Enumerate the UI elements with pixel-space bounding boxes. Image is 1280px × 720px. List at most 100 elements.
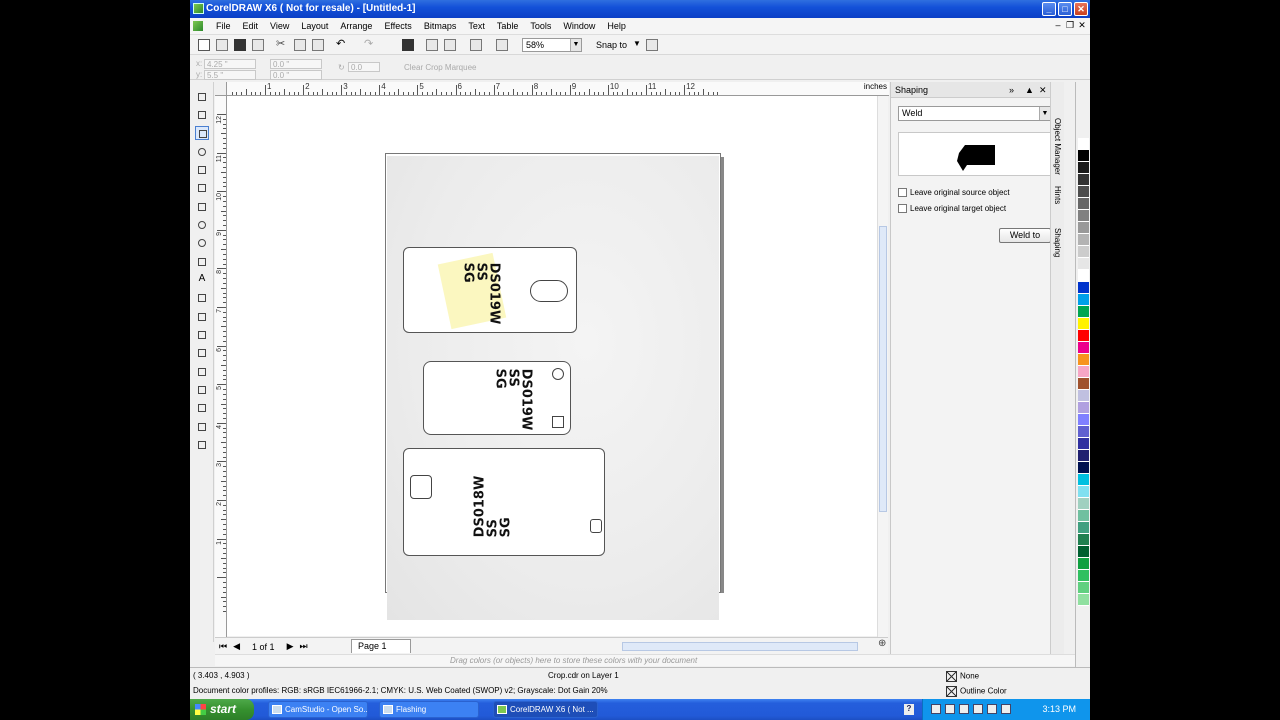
tab-object-manager[interactable]: Object Manager	[1053, 118, 1062, 175]
snap-to-dropdown[interactable]: Snap to	[596, 35, 627, 55]
options-icon[interactable]	[646, 39, 658, 51]
close-button[interactable]: ✕	[1074, 2, 1088, 16]
palette-swatch[interactable]	[1078, 378, 1089, 390]
freehand-tool-icon[interactable]	[195, 163, 209, 177]
menu-bitmaps[interactable]: Bitmaps	[418, 18, 463, 35]
prev-page-icon[interactable]: ◀	[233, 641, 240, 652]
tray-app-icon[interactable]	[931, 704, 941, 714]
palette-swatch[interactable]	[1078, 366, 1089, 378]
eyedropper-tool-icon[interactable]	[195, 383, 209, 397]
fill-tool-icon[interactable]	[195, 420, 209, 434]
pick-tool-icon[interactable]	[195, 90, 209, 104]
palette-swatch[interactable]	[1078, 402, 1089, 414]
tray-update-icon[interactable]	[987, 704, 997, 714]
drawing-canvas[interactable]: DS019W SS SG DS019W SS SG DS018W SS SG	[227, 96, 877, 636]
cut-icon[interactable]: ✂	[276, 37, 288, 50]
palette-swatch[interactable]	[1078, 294, 1089, 306]
title-bar[interactable]: CorelDRAW X6 ( Not for resale) - [Untitl…	[190, 0, 1090, 18]
vertical-ruler[interactable]: 12 11 10 9 8 7 6 5 4 3 2 1	[215, 96, 227, 656]
zoom-tool-icon[interactable]	[195, 145, 209, 159]
docker-close-icon[interactable]: ✕	[1039, 82, 1047, 98]
blend-tool-icon[interactable]	[195, 346, 209, 360]
interactive-fill-tool-icon[interactable]	[195, 438, 209, 452]
palette-swatch[interactable]	[1078, 414, 1089, 426]
menu-view[interactable]: View	[264, 18, 295, 35]
welcome-screen-icon[interactable]	[496, 39, 508, 51]
palette-swatch[interactable]	[1078, 450, 1089, 462]
palette-swatch[interactable]	[1078, 330, 1089, 342]
task-coreldraw[interactable]: CorelDRAW X6 ( Not ...	[493, 701, 598, 718]
tab-hints[interactable]: Hints	[1053, 186, 1062, 204]
paste-icon[interactable]	[312, 39, 324, 51]
palette-swatch[interactable]	[1078, 246, 1089, 258]
print-icon[interactable]	[252, 39, 264, 51]
export-icon[interactable]	[444, 39, 456, 51]
polygon-tool-icon[interactable]	[195, 236, 209, 250]
help-icon[interactable]: ?	[904, 704, 914, 715]
undo-icon[interactable]: ↶	[336, 37, 348, 50]
application-launcher-icon[interactable]	[470, 39, 482, 51]
smart-fill-tool-icon[interactable]	[195, 181, 209, 195]
palette-swatch[interactable]	[1078, 258, 1089, 270]
doc-minimize-icon[interactable]: –	[1052, 20, 1064, 30]
palette-swatch[interactable]	[1078, 186, 1089, 198]
menu-arrange[interactable]: Arrange	[334, 18, 378, 35]
leave-source-option[interactable]: Leave original source object	[898, 188, 1010, 197]
minimize-button[interactable]: _	[1042, 2, 1056, 16]
palette-swatch[interactable]	[1078, 342, 1089, 354]
horizontal-scroll-thumb[interactable]	[622, 642, 858, 651]
palette-swatch[interactable]	[1078, 234, 1089, 246]
clear-crop-marquee-button[interactable]: Clear Crop Marquee	[404, 63, 476, 72]
height-field[interactable]: 0.0 "	[270, 70, 322, 80]
zoom-level-combo[interactable]: 58% ▼	[522, 38, 582, 52]
outline-pen-tool-icon[interactable]	[195, 401, 209, 415]
weld-to-button[interactable]: Weld to	[999, 228, 1051, 243]
leave-target-option[interactable]: Leave original target object	[898, 204, 1006, 213]
new-document-icon[interactable]	[198, 39, 210, 51]
page-tab[interactable]: Page 1	[351, 639, 411, 653]
connector-tool-icon[interactable]	[195, 328, 209, 342]
scanned-bitmap[interactable]: DS019W SS SG DS019W SS SG DS018W SS SG	[387, 156, 719, 620]
palette-swatch[interactable]	[1078, 474, 1089, 486]
crop-tool-icon[interactable]	[195, 126, 209, 140]
palette-swatch[interactable]	[1078, 270, 1089, 282]
menu-text[interactable]: Text	[462, 18, 491, 35]
menu-edit[interactable]: Edit	[237, 18, 265, 35]
first-page-icon[interactable]: ⏮	[219, 641, 227, 652]
basic-shapes-tool-icon[interactable]	[195, 255, 209, 269]
vertical-scrollbar[interactable]	[877, 96, 888, 642]
palette-swatch[interactable]	[1078, 210, 1089, 222]
palette-swatch[interactable]	[1078, 174, 1089, 186]
next-page-icon[interactable]: ▶	[287, 641, 294, 652]
palette-swatch[interactable]	[1078, 570, 1089, 582]
tray-network-icon[interactable]	[945, 704, 955, 714]
task-flashing[interactable]: Flashing	[379, 701, 479, 718]
task-camstudio[interactable]: CamStudio - Open So...	[268, 701, 368, 718]
tray-volume-icon[interactable]	[959, 704, 969, 714]
palette-swatch[interactable]	[1078, 558, 1089, 570]
start-button[interactable]: start	[190, 699, 254, 720]
palette-swatch[interactable]	[1078, 438, 1089, 450]
color-profile-info[interactable]: Document color profiles: RGB: sRGB IEC61…	[193, 686, 608, 695]
leave-source-checkbox[interactable]	[898, 188, 907, 197]
width-field[interactable]: 0.0 "	[270, 59, 322, 69]
copy-icon[interactable]	[294, 39, 306, 51]
ellipse-tool-icon[interactable]	[195, 218, 209, 232]
menu-effects[interactable]: Effects	[378, 18, 417, 35]
palette-swatch[interactable]	[1078, 318, 1089, 330]
coreldraw-app-icon[interactable]	[193, 3, 204, 14]
table-tool-icon[interactable]	[195, 291, 209, 305]
leave-target-checkbox[interactable]	[898, 204, 907, 213]
ruler-origin[interactable]	[215, 82, 227, 96]
save-icon[interactable]	[234, 39, 246, 51]
x-position-field[interactable]: 4.25 "	[204, 59, 256, 69]
expand-icon[interactable]: »	[1009, 82, 1014, 98]
menu-table[interactable]: Table	[491, 18, 525, 35]
palette-swatch[interactable]	[1078, 486, 1089, 498]
palette-swatch[interactable]	[1078, 354, 1089, 366]
palette-swatch[interactable]	[1078, 198, 1089, 210]
vertical-scroll-thumb[interactable]	[879, 226, 887, 512]
dimension-tool-icon[interactable]	[195, 310, 209, 324]
doc-restore-icon[interactable]: ❐	[1064, 20, 1076, 31]
rectangle-tool-icon[interactable]	[195, 200, 209, 214]
